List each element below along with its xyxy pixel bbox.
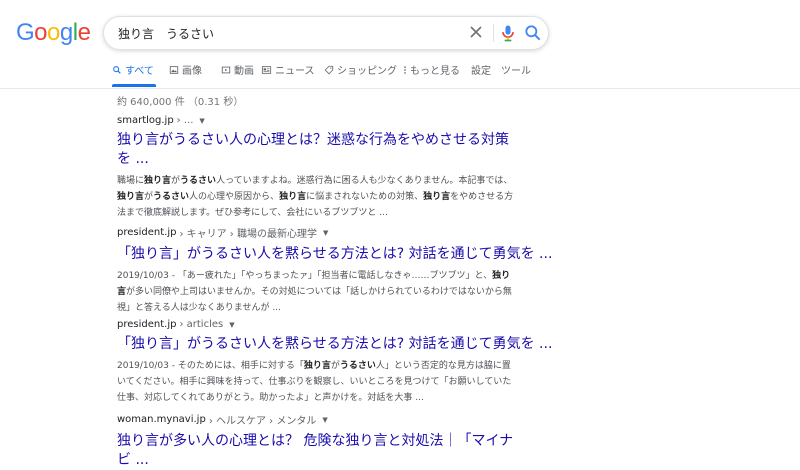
tab-videos[interactable]: 動画 (221, 62, 254, 77)
active-tab-indicator (112, 84, 156, 87)
image-icon (169, 65, 179, 74)
snippet-text: 2019/10/03 - そのためには、相手に対する「 (117, 361, 304, 371)
logo-letter: e (77, 19, 91, 46)
result-path: › ... (176, 115, 194, 126)
result-url[interactable]: president.jp › キャリア › 職場の最新心理学 ▼ (117, 225, 517, 240)
search-box[interactable]: 独り言 うるさい (103, 16, 549, 50)
result-path: › キャリア › 職場の最新心理学 (179, 229, 317, 240)
result-domain: president.jp (117, 227, 177, 238)
snippet-text: 人っていますよね。迷惑行為に困る人も少なくありません。本記事では、 (216, 176, 513, 186)
tab-label: 設定 (471, 66, 491, 77)
tab-label: ショッピング (337, 66, 397, 77)
result-domain: president.jp (117, 319, 177, 330)
search-icon[interactable] (523, 23, 543, 43)
tab-label: ツール (501, 66, 531, 77)
search-result: president.jp › キャリア › 職場の最新心理学 ▼ 「独り言」がう… (117, 225, 552, 316)
snippet-highlight: 独り言 (279, 192, 307, 202)
result-snippet: 2019/10/03 - 「あー疲れた」「やっちまったァ」「担当者に電話しなきゃ… (117, 268, 517, 316)
search-result: smartlog.jp › ... ▼ 独り言がうるさい人の心理とは？迷惑な行為… (117, 115, 517, 221)
result-url[interactable]: woman.mynavi.jp › ヘルスケア › メンタル ▼ (117, 412, 517, 427)
caret-down-icon[interactable]: ▼ (322, 416, 327, 424)
search-result: president.jp › articles ▼ 「独り言」がうるさい人を黙ら… (117, 319, 552, 406)
result-snippet: 2019/10/03 - そのためには、相手に対する「独り言がうるさい人」という… (117, 358, 517, 406)
result-path: › ヘルスケア › メンタル (208, 416, 317, 427)
header: Google 独り言 うるさい すべて 画像 動画 ニュース ショッピング もっ… (0, 0, 800, 89)
tab-more[interactable]: もっと見る (403, 62, 460, 77)
search-icon (113, 65, 121, 74)
result-stats: 約 640,000 件 （0.31 秒） (117, 97, 244, 108)
tab-settings[interactable]: 設定 (471, 62, 491, 77)
result-title[interactable]: 独り言がうるさい人の心理とは？迷惑な行為をやめさせる対策を ... (117, 131, 517, 169)
logo-letter: o (47, 19, 60, 46)
snippet-highlight: うるさい (153, 192, 190, 202)
result-domain: smartlog.jp (117, 115, 174, 126)
tab-label: ニュース (275, 66, 315, 77)
tab-label: もっと見る (410, 66, 460, 77)
logo-letter: g (59, 19, 73, 46)
tab-tools[interactable]: ツール (501, 62, 531, 77)
search-input[interactable]: 独り言 うるさい (118, 25, 214, 42)
snippet-text: が多い同僚や上司はいませんか。その対処については「話しかけられているわけではない… (117, 287, 512, 313)
caret-down-icon[interactable]: ▼ (199, 117, 204, 125)
more-vert-icon (404, 65, 406, 74)
snippet-text: 2019/10/03 - 「あー疲れた」「やっちまったァ」「担当者に電話しなきゃ… (117, 271, 493, 281)
caret-down-icon[interactable]: ▼ (229, 321, 234, 329)
snippet-text: に悩まされないための対策、 (306, 192, 424, 202)
result-url[interactable]: president.jp › articles ▼ (117, 319, 517, 330)
result-title[interactable]: 「独り言」がうるさい人を黙らせる方法とは? 対話を通じて勇気を ... (117, 245, 552, 264)
snippet-highlight: 独り言 (423, 192, 451, 202)
snippet-text: 人の心理や原因から、 (189, 192, 280, 202)
snippet-highlight: 独り言 (303, 361, 331, 371)
result-url[interactable]: smartlog.jp › ... ▼ (117, 115, 517, 126)
google-logo[interactable]: Google (16, 19, 91, 47)
result-domain: woman.mynavi.jp (117, 414, 206, 425)
snippet-highlight: うるさい (180, 176, 217, 186)
logo-letter: o (34, 19, 48, 46)
tab-shopping[interactable]: ショッピング (324, 62, 397, 77)
video-icon (221, 66, 231, 73)
snippet-highlight: 独り言 (117, 192, 145, 202)
tab-images[interactable]: 画像 (169, 62, 202, 77)
search-result: woman.mynavi.jp › ヘルスケア › メンタル ▼ 独り言が多い人… (117, 412, 517, 470)
clear-icon[interactable] (466, 22, 486, 42)
caret-down-icon[interactable]: ▼ (323, 229, 328, 237)
result-snippet: 職場に独り言がうるさい人っていますよね。迷惑行為に困る人も少なくありません。本記… (117, 173, 517, 221)
tag-icon (324, 65, 334, 74)
tab-all[interactable]: すべて (112, 62, 154, 77)
tab-label: すべて (125, 66, 154, 77)
tab-label: 動画 (234, 66, 254, 77)
logo-letter: G (16, 19, 35, 46)
snippet-text: が (171, 176, 181, 186)
result-title[interactable]: 独り言が多い人の心理とは？ 危険な独り言と対処法｜「マイナビ ... (117, 432, 517, 470)
result-title[interactable]: 「独り言」がうるさい人を黙らせる方法とは? 対話を通じて勇気を ... (117, 335, 552, 354)
snippet-text: が (144, 192, 154, 202)
snippet-highlight: うるさい (339, 361, 376, 371)
snippet-text: が (330, 361, 340, 371)
microphone-icon[interactable] (498, 23, 518, 43)
tab-news[interactable]: ニュース (261, 62, 315, 77)
snippet-text: 職場に (117, 176, 145, 186)
news-icon (261, 65, 272, 74)
tab-label: 画像 (182, 66, 202, 77)
search-divider (493, 24, 494, 42)
snippet-highlight: 独り言 (144, 176, 172, 186)
result-path: › articles (179, 319, 224, 330)
